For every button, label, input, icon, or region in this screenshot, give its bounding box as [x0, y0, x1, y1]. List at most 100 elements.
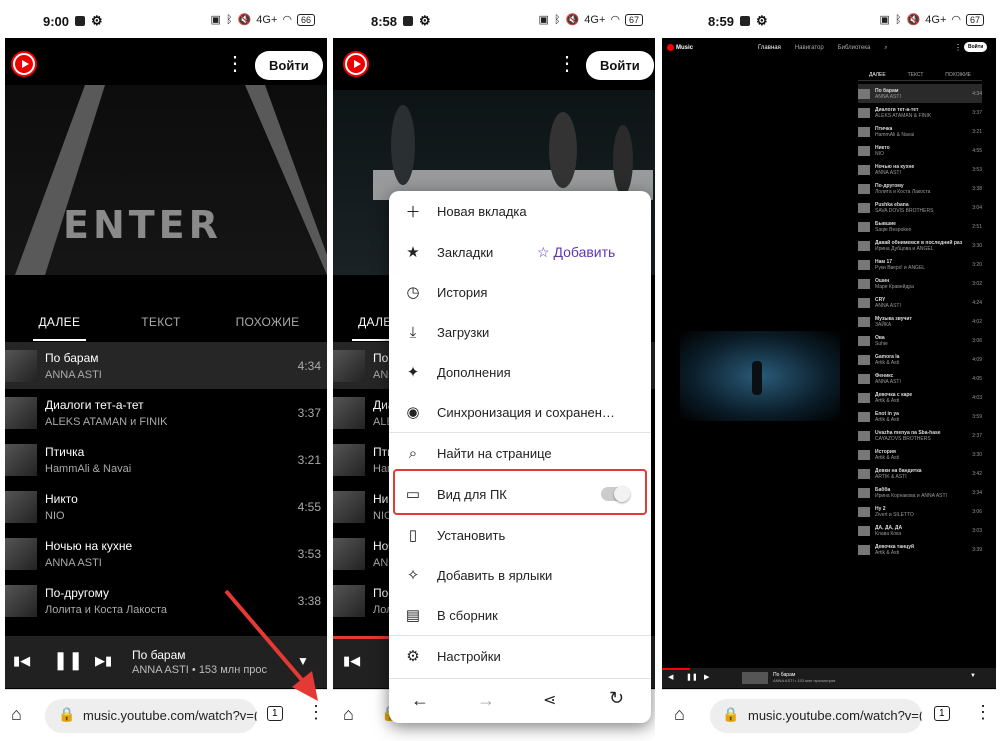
next-icon[interactable]: ▶ [704, 673, 709, 681]
menu-install[interactable]: ▯ Установить [389, 515, 651, 555]
desktop-queue-row[interactable]: Бабба Ирина Корнакова и ANNA ASTI 3:34 [858, 483, 982, 502]
tab-count[interactable]: 1 [934, 706, 950, 721]
menu-find-in-page[interactable]: ⌕ Найти на странице [389, 433, 651, 473]
track-title: ДА, ДА, ДА [875, 524, 903, 531]
desktop-queue-row[interactable]: Pushka ebana SAVA DOVIS BROTHERS 3:04 [858, 198, 982, 217]
forward-arrow-icon[interactable]: → [477, 690, 495, 711]
track-thumbnail [858, 126, 870, 137]
signin-button[interactable]: Войти [255, 51, 323, 80]
playback-progress[interactable] [662, 668, 690, 670]
settings-gear-icon: ⚙ [756, 13, 768, 28]
playback-progress[interactable] [333, 636, 393, 639]
desktop-logo[interactable]: Music [667, 44, 693, 51]
tab-related[interactable]: ПОХОЖИЕ [236, 315, 300, 329]
reload-icon[interactable]: ↻ [609, 688, 624, 709]
nav-explore[interactable]: Навигатор [795, 45, 824, 52]
clock: 8:59 [708, 13, 735, 29]
track-thumbnail [858, 449, 870, 460]
track-title: По барам [875, 87, 899, 94]
desktop-queue-row[interactable]: История Artik & Asti 3:30 [858, 445, 982, 464]
menu-divider [389, 678, 651, 679]
desktop-queue-row[interactable]: CRY ANNA ASTI 4:24 [858, 293, 982, 312]
desktop-queue-row[interactable]: Давай обнимемся в последний раз Ирина Дуб… [858, 236, 982, 255]
share-icon[interactable]: ⋖ [543, 690, 556, 710]
playlist-row[interactable]: По барам ANNA ASTI 4:34 [5, 342, 327, 389]
playlist-row[interactable]: Птичка HammAli & Navai 3:21 [5, 436, 327, 483]
playlist-row[interactable]: Диалоги тет-а-тет ALEKS ATAMAN и FINIK 3:3… [5, 389, 327, 436]
menu-bookmarks[interactable]: ★ Закладки ☆ Добавить [389, 232, 651, 272]
previous-icon[interactable]: ▮◀ [13, 653, 30, 669]
desktop-queue-row[interactable]: Uvazha menya na Sba-hase CAYAZOVS BROTHER… [858, 426, 982, 445]
tab-lyrics[interactable]: ТЕКСТ [908, 72, 924, 78]
desktop-queue-row[interactable]: Ошин Маря Кравейдра 3:02 [858, 274, 982, 293]
browser-menu-icon[interactable]: ⋮ [974, 702, 992, 723]
more-options-icon[interactable]: ⋮ [225, 54, 245, 74]
youtube-music-logo-icon[interactable] [13, 53, 35, 75]
nav-library[interactable]: Библиотека [838, 45, 871, 52]
desktop-queue-row[interactable]: Enot in ya Artik & Asti 3:59 [858, 407, 982, 426]
nav-home[interactable]: Главная [758, 45, 781, 52]
previous-icon[interactable]: ◀ [668, 673, 673, 681]
tab-related[interactable]: ПОХОЖИЕ [945, 72, 971, 78]
desktop-queue-row[interactable]: Феникс ANNA ASTI 4:05 [858, 369, 982, 388]
desktop-queue-row[interactable]: Ну 2 Zivert и SILETTO 3:06 [858, 502, 982, 521]
track-duration: 3:53 [972, 166, 982, 173]
back-arrow-icon[interactable]: ← [411, 690, 429, 711]
tab-count[interactable]: 1 [267, 706, 283, 721]
desktop-queue-row[interactable]: Ова Suhie 3:06 [858, 331, 982, 350]
next-icon[interactable]: ▶▮ [95, 653, 112, 669]
desktop-queue-row[interactable]: Никто NIO 4:55 [858, 141, 982, 160]
more-options-icon[interactable]: ⋮ [954, 43, 962, 52]
tab-up-next[interactable]: ДАЛЕЕ [869, 72, 886, 78]
more-options-icon[interactable]: ⋮ [557, 54, 577, 74]
desktop-queue-row[interactable]: ДА, ДА, ДА Клава Кока 3:03 [858, 521, 982, 540]
track-artist: Artik & Asti [875, 397, 900, 404]
desktop-queue-row[interactable]: Девки на бандитка ARTIK & ASTI 3:42 [858, 464, 982, 483]
address-bar[interactable]: music.youtube.com/watch?v=( [710, 699, 922, 733]
video-frame[interactable]: ENTER [5, 85, 327, 275]
playlist-row[interactable]: Ночью на кухне ANNA ASTI 3:53 [5, 530, 327, 577]
expand-player-icon[interactable]: ▼ [970, 673, 976, 679]
menu-extensions[interactable]: ✦ Дополнения [389, 352, 651, 392]
menu-new-tab[interactable]: ＋ Новая вкладка [389, 191, 651, 231]
desktop-video-frame[interactable] [680, 331, 840, 421]
tab-up-next[interactable]: ДАЛЕЕ [32, 303, 87, 341]
home-icon[interactable]: ⌂ [11, 704, 22, 725]
menu-history[interactable]: ◷ История [389, 272, 651, 312]
menu-add-shortcut[interactable]: ✧ Добавить в ярлыки [389, 555, 651, 595]
previous-icon[interactable]: ▮◀ [343, 653, 360, 669]
desktop-queue-row[interactable]: Gamora la Artik & Asti 4:09 [858, 350, 982, 369]
add-bookmark-button[interactable]: ☆ Добавить [537, 244, 615, 261]
desktop-queue-row[interactable]: Диалоги тет-а-тет ALEKS ATAMAN & FINIK 3:3… [858, 103, 982, 122]
desktop-queue-row[interactable]: Девочка с каре Artik & Asti 4:03 [858, 388, 982, 407]
menu-downloads[interactable]: ⤓ Загрузки [389, 312, 651, 352]
home-icon[interactable]: ⌂ [343, 704, 354, 725]
track-artist: ANNA ASTI [45, 368, 102, 381]
desktop-queue-row[interactable]: По барам ANNA ASTI 4:34 [858, 84, 982, 103]
browser-menu-icon[interactable]: ⋮ [307, 702, 325, 723]
tab-lyrics[interactable]: ТЕКСТ [141, 315, 180, 329]
menu-sync[interactable]: ◉ Синхронизация и сохранен… [389, 392, 651, 432]
desktop-queue-row[interactable]: Нам 17 Руки Вверх! и ANGEL 3:20 [858, 255, 982, 274]
home-icon[interactable]: ⌂ [674, 704, 685, 725]
signin-button[interactable]: Войти [586, 51, 654, 80]
desktop-queue-row[interactable]: По-другому Лолита и Коста Лакоста 3:38 [858, 179, 982, 198]
track-thumbnail [858, 487, 870, 498]
playlist-row[interactable]: Никто NIO 4:55 [5, 483, 327, 530]
menu-settings[interactable]: ⚙ Настройки [389, 636, 651, 676]
desktop-queue-row[interactable]: Бывшие Saqie Bespoken 2:51 [858, 217, 982, 236]
signin-button[interactable]: Войти [964, 42, 988, 52]
track-duration: 3:20 [972, 261, 982, 268]
desktop-player-bar[interactable]: ◀ ❚❚ ▶ По барам ANNA ASTI • 153 млн прос… [662, 668, 996, 688]
pause-icon[interactable]: ❚❚ [686, 673, 698, 681]
pause-icon[interactable]: ❚❚ [53, 650, 83, 671]
desktop-queue-row[interactable]: Девочка танцуй Artik & Asti 3:39 [858, 540, 982, 559]
desktop-queue-row[interactable]: Птичка HammAli & Navai 3:21 [858, 122, 982, 141]
desktop-queue-row[interactable]: Ночью на кухне ANNA ASTI 3:53 [858, 160, 982, 179]
search-icon[interactable]: ⌕ [884, 45, 887, 52]
desktop-queue-row[interactable]: Музыка звучит ЗАЙКА 4:02 [858, 312, 982, 331]
menu-collection[interactable]: ▤ В сборник [389, 595, 651, 635]
screen-mobile-player: 9:00 ⚙ ▣ ᛒ 🔇 4G+ ◠ 66 ⋮ Войти ENTER ДАЛЕЕ ТЕКС… [5, 0, 327, 741]
desktop-tabs: ДАЛЕЕ ТЕКСТ ПОХОЖИЕ [858, 72, 982, 78]
youtube-music-logo-icon[interactable] [345, 53, 367, 75]
